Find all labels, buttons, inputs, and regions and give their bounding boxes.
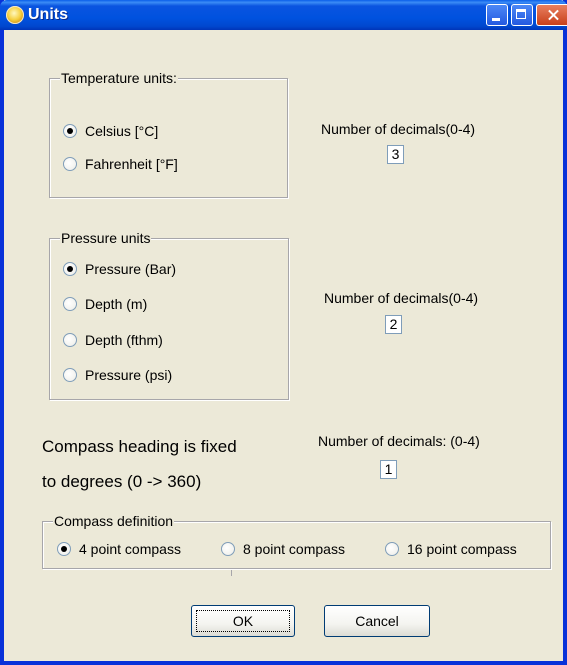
- compass-decimals-label: Number of decimals: (0-4): [318, 433, 480, 449]
- radio-fahrenheit[interactable]: Fahrenheit [°F]: [63, 156, 178, 172]
- minimize-button[interactable]: [486, 4, 508, 26]
- radio-indicator: [63, 262, 77, 276]
- radio-depth-m-label: Depth (m): [85, 296, 148, 312]
- radio-4-point-label: 4 point compass: [79, 541, 181, 557]
- radio-indicator: [63, 124, 77, 138]
- radio-pressure-psi[interactable]: Pressure (psi): [63, 367, 172, 383]
- radio-16-point-label: 16 point compass: [407, 541, 517, 557]
- radio-depth-fthm[interactable]: Depth (fthm): [63, 332, 163, 348]
- radio-celsius[interactable]: Celsius [°C]: [63, 123, 158, 139]
- compass-definition-label: Compass definition: [53, 513, 175, 529]
- radio-indicator: [63, 368, 77, 382]
- pressure-decimals-label: Number of decimals(0-4): [324, 290, 479, 306]
- radio-indicator: [221, 542, 235, 556]
- radio-indicator: [63, 297, 77, 311]
- compass-decimals-input[interactable]: 1: [380, 460, 397, 479]
- pressure-units-label: Pressure units: [60, 230, 152, 246]
- temperature-decimals-label: Number of decimals(0-4): [321, 121, 476, 137]
- divider-tick: [231, 570, 232, 576]
- radio-4-point[interactable]: 4 point compass: [57, 541, 181, 557]
- radio-16-point[interactable]: 16 point compass: [385, 541, 517, 557]
- radio-pressure-bar[interactable]: Pressure (Bar): [63, 261, 176, 277]
- close-button[interactable]: [536, 4, 567, 26]
- radio-depth-m[interactable]: Depth (m): [63, 296, 147, 312]
- focus-rect: [196, 610, 290, 632]
- radio-8-point-label: 8 point compass: [243, 541, 345, 557]
- window-title: Units: [28, 6, 68, 23]
- radio-indicator: [63, 333, 77, 347]
- radio-indicator: [63, 157, 77, 171]
- pressure-decimals-input[interactable]: 2: [385, 315, 402, 334]
- radio-fahrenheit-label: Fahrenheit [°F]: [85, 156, 178, 172]
- radio-8-point[interactable]: 8 point compass: [221, 541, 345, 557]
- temperature-units-label: Temperature units:: [60, 70, 178, 86]
- compass-note-line2: to degrees (0 -> 360): [42, 472, 202, 491]
- title-bar[interactable]: Units: [0, 0, 567, 30]
- compass-note-line1: Compass heading is fixed: [42, 437, 237, 456]
- radio-celsius-label: Celsius [°C]: [85, 123, 159, 139]
- radio-indicator: [57, 542, 71, 556]
- maximize-button[interactable]: [511, 4, 533, 26]
- cancel-button[interactable]: Cancel: [324, 605, 430, 637]
- radio-pressure-bar-label: Pressure (Bar): [85, 261, 177, 277]
- radio-pressure-psi-label: Pressure (psi): [85, 367, 173, 383]
- app-icon: [6, 6, 24, 24]
- radio-indicator: [385, 542, 399, 556]
- temperature-decimals-input[interactable]: 3: [387, 145, 404, 164]
- radio-depth-fthm-label: Depth (fthm): [85, 332, 163, 348]
- ok-button[interactable]: OK: [191, 605, 295, 637]
- cancel-button-label: Cancel: [355, 613, 399, 629]
